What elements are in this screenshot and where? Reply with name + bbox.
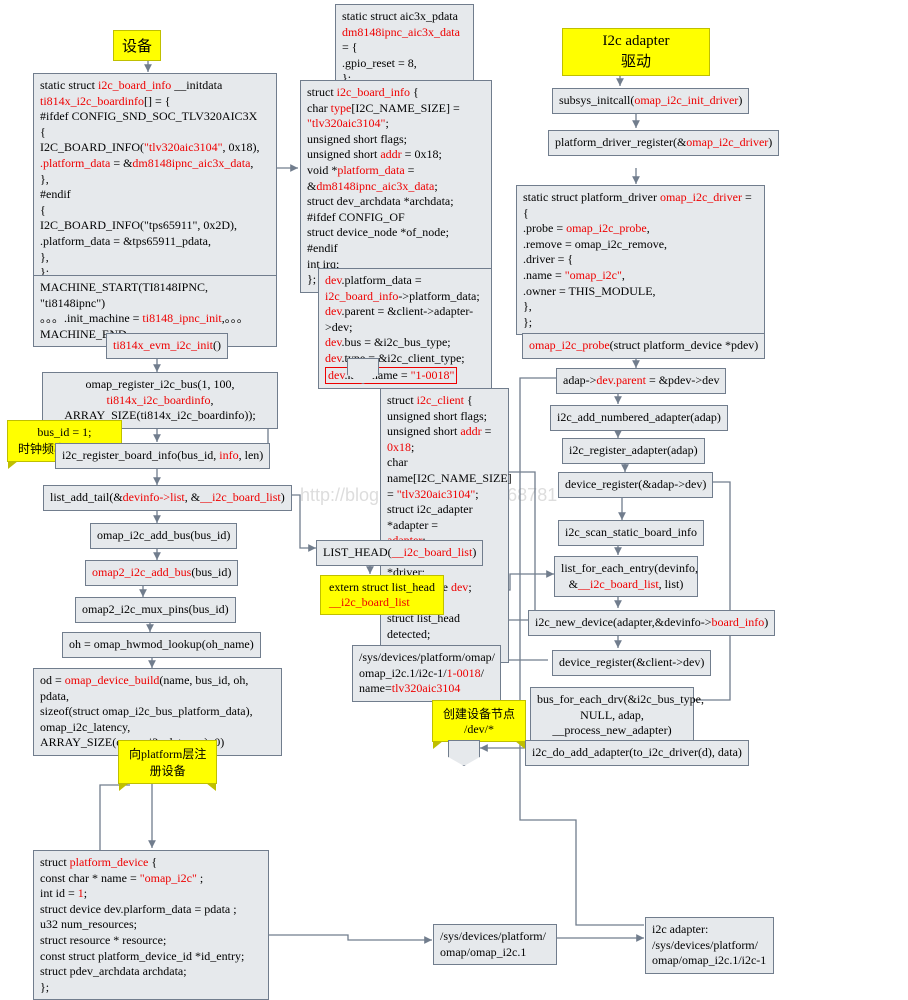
- banner-platform-reg: 向platform层注册设备: [118, 740, 217, 784]
- box-platform-driver-reg: platform_driver_register(&omap_i2c_drive…: [548, 130, 779, 156]
- connector-pent-2: [448, 740, 480, 766]
- box-mux-pins: omap2_i2c_mux_pins(bus_id): [75, 597, 236, 623]
- title-adapter: I2c adapter驱动: [562, 28, 710, 76]
- box-add-numbered: i2c_add_numbered_adapter(adap): [550, 405, 728, 431]
- title-device: 设备: [113, 30, 161, 61]
- box-i2c-client: struct i2c_client { unsigned short flags…: [380, 388, 509, 663]
- banner-create-dev: 创建设备节点/dev/*: [432, 700, 526, 742]
- box-scan-static: i2c_scan_static_board_info: [558, 520, 704, 546]
- box-omap-i2c-driver: static struct platform_driver omap_i2c_d…: [516, 185, 765, 335]
- box-boardinfo: static struct i2c_board_info __initdata …: [33, 73, 277, 286]
- box-dev-fields: dev.platform_data = i2c_board_info->plat…: [318, 268, 492, 389]
- box-dev-register: device_register(&adap->dev): [558, 472, 713, 498]
- box-sys-platform: /sys/devices/platform/omap/omap_i2c.1: [433, 924, 557, 965]
- box-list-add: list_add_tail(&devinfo->list, &__i2c_boa…: [43, 485, 292, 511]
- box-list-foreach: list_for_each_entry(devinfo,&__i2c_board…: [554, 556, 698, 597]
- box-i2c-board-info: struct i2c_board_info { char type[I2C_NA…: [300, 80, 492, 293]
- box-i2c-adapter-path: i2c adapter:/sys/devices/platform/omap/o…: [645, 917, 774, 974]
- box-evm-init: ti814x_evm_i2c_init(): [106, 333, 228, 359]
- box-reg-adapter: i2c_register_adapter(adap): [562, 438, 705, 464]
- box-bus-foreach: bus_for_each_drv(&i2c_bus_type,NULL, ada…: [530, 687, 694, 744]
- box-omap-probe: omap_i2c_probe(struct platform_device *p…: [522, 333, 765, 359]
- box-sys-device-node: /sys/devices/platform/omap/omap_i2c.1/i2…: [352, 645, 501, 702]
- box-subsys-initcall: subsys_initcall(omap_i2c_init_driver): [552, 88, 749, 114]
- box-new-device: i2c_new_device(adapter,&devinfo->board_i…: [528, 610, 775, 636]
- box-aic3x-pdata: static struct aic3x_pdatadm8148ipnc_aic3…: [335, 4, 474, 92]
- box-omap2-add: omap2_i2c_add_bus(bus_id): [85, 560, 238, 586]
- box-do-add-adapter: i2c_do_add_adapter(to_i2c_driver(d), dat…: [525, 740, 749, 766]
- box-hwmod: oh = omap_hwmod_lookup(oh_name): [62, 632, 261, 658]
- box-reg-board-info: i2c_register_board_info(bus_id, info, le…: [55, 443, 270, 469]
- box-extern-list: extern struct list_head__i2c_board_list: [320, 575, 444, 615]
- box-omap-add: omap_i2c_add_bus(bus_id): [90, 523, 237, 549]
- box-dev-reg-client: device_register(&client->dev): [552, 650, 711, 676]
- box-list-head: LIST_HEAD(__i2c_board_list): [316, 540, 483, 566]
- box-platform-device: struct platform_device { const char * na…: [33, 850, 269, 1000]
- box-adap-parent: adap->dev.parent = &pdev->dev: [556, 368, 726, 394]
